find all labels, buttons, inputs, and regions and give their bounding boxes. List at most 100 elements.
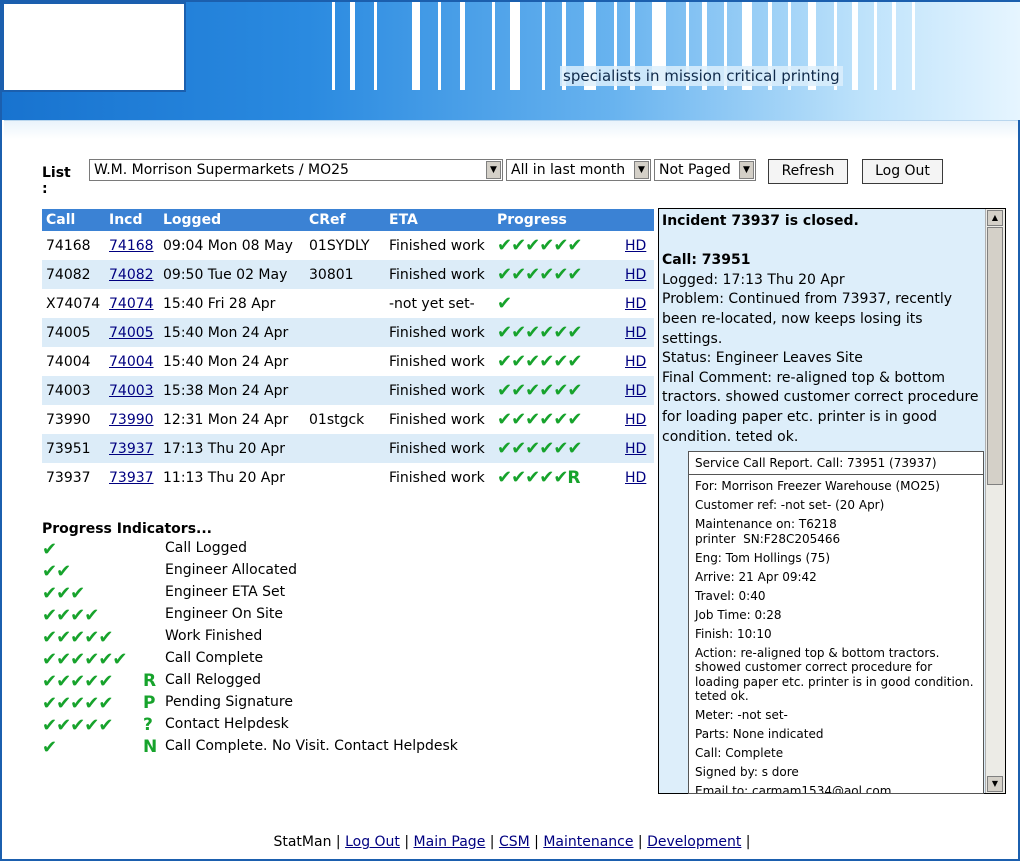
scrollbar-thumb[interactable] [987, 227, 1003, 485]
table-row: 74003 74003 15:38 Mon 24 Apr Finished wo… [42, 376, 654, 405]
hd-link[interactable]: HD [625, 267, 646, 283]
checkmark-icon: ✔✔✔ [42, 583, 85, 604]
footer-link-maintenance[interactable]: Maintenance [543, 834, 633, 850]
eta-status: Finished work [385, 260, 493, 289]
legend-item-label: Call Logged [165, 540, 247, 556]
logged-time: 15:38 Mon 24 Apr [159, 376, 305, 405]
hd-link[interactable]: HD [625, 470, 646, 486]
incident-link[interactable]: 74005 [109, 325, 154, 341]
legend-item-label: Contact Helpdesk [165, 716, 289, 732]
checkmark-icon: ✔✔✔✔✔✔ [497, 380, 582, 401]
footer-link-csm[interactable]: CSM [499, 834, 530, 850]
table-row: 74082 74082 09:50 Tue 02 May 30801 Finis… [42, 260, 654, 289]
hd-link[interactable]: HD [625, 354, 646, 370]
customer-ref [305, 463, 385, 492]
progress-letter: P [143, 693, 156, 713]
incident-link[interactable]: 73937 [109, 470, 154, 486]
incident-link[interactable]: 74004 [109, 354, 154, 370]
legend-item-label: Call Complete [165, 650, 264, 666]
progress-letter: ? [143, 715, 153, 735]
customer-ref [305, 376, 385, 405]
report-line: Action: re-aligned top & bottom tractors… [695, 645, 974, 704]
call-number: 73951 [42, 434, 105, 463]
report-body: For: Morrison Freezer Warehouse (MO25) C… [689, 475, 983, 794]
legend-item: ✔ N Call Complete. No Visit. Contact Hel… [42, 737, 458, 759]
paged-select-value: Not Paged [659, 162, 731, 178]
customer-ref [305, 347, 385, 376]
logged-time: 11:13 Thu 20 Apr [163, 469, 286, 486]
scroll-down-icon[interactable]: ▼ [987, 776, 1003, 792]
incident-link[interactable]: 73937 [109, 441, 154, 457]
paged-select[interactable]: Not Paged ▼ [654, 159, 756, 181]
table-row: X74074 74074 15:40 Fri 28 Apr -not yet s… [42, 289, 654, 318]
legend-item: ✔✔✔✔✔✔ Call Complete [42, 649, 263, 671]
service-call-report: Service Call Report. Call: 73951 (73937)… [688, 451, 984, 794]
col-header-call: Call [42, 209, 105, 231]
logged-time: 12:31 Mon 24 Apr [163, 411, 289, 428]
legend-item-label: Work Finished [165, 628, 263, 644]
legend-item: ✔✔✔✔✔ R Call Relogged [42, 671, 261, 693]
eta-status: Finished work [389, 353, 485, 370]
refresh-button[interactable]: Refresh [768, 159, 848, 184]
incident-final-comment: Final Comment: re-aligned top & bottom t… [662, 369, 979, 445]
legend-item-label: Engineer On Site [165, 606, 284, 622]
report-title: Service Call Report. Call: 73951 (73937) [689, 452, 983, 475]
eta-status: Finished work [389, 237, 485, 254]
checkmark-icon: ✔ [42, 539, 57, 560]
legend-title: Progress Indicators... [42, 521, 212, 537]
incident-link[interactable]: 74168 [109, 238, 154, 254]
table-header-row: Call Incd Logged CRef ETA Progress [42, 209, 654, 231]
customer-ref: 01SYDLY [309, 237, 370, 254]
incident-link[interactable]: 73990 [109, 412, 154, 428]
checkmark-icon: ✔✔✔✔✔✔ [497, 409, 582, 430]
chevron-down-icon[interactable]: ▼ [739, 161, 754, 179]
call-number: 73937 [46, 469, 91, 486]
incident-link[interactable]: 74074 [109, 296, 154, 312]
progress-letter: R [567, 468, 581, 488]
footer-link-main-page[interactable]: Main Page [414, 834, 486, 850]
table-row: 73937 73937 11:13 Thu 20 Apr Finished wo… [42, 463, 654, 492]
call-number: X74074 [46, 295, 101, 312]
hd-link[interactable]: HD [625, 325, 646, 341]
report-line: Meter: -not set- [695, 708, 788, 722]
panel-scrollbar[interactable]: ▲ ▼ [985, 209, 1005, 793]
incident-link[interactable]: 74082 [109, 267, 154, 283]
incident-problem: Problem: Continued from 73937, recently … [662, 291, 953, 347]
period-select[interactable]: All in last month ▼ [506, 159, 651, 181]
chevron-down-icon[interactable]: ▼ [486, 161, 501, 179]
checkmark-icon: ✔✔✔✔✔ [42, 627, 113, 648]
incident-link[interactable]: 74003 [109, 383, 154, 399]
scroll-up-icon[interactable]: ▲ [987, 210, 1003, 226]
logout-button[interactable]: Log Out [862, 159, 943, 184]
checkmark-icon: ✔✔✔✔✔✔ [42, 649, 127, 670]
customer-select[interactable]: W.M. Morrison Supermarkets / MO25 ▼ [89, 159, 503, 181]
report-line: Email to: carmam1534@aol.com [695, 784, 892, 794]
checkmark-icon: ✔✔✔✔✔ [42, 671, 113, 692]
incident-detail-content: Incident 73937 is closed. Call: 73951 Lo… [662, 212, 982, 447]
legend-item: ✔✔✔✔✔ P Pending Signature [42, 693, 293, 715]
hd-link[interactable]: HD [625, 412, 646, 428]
chevron-down-icon[interactable]: ▼ [634, 161, 649, 179]
customer-ref: 30801 [305, 260, 385, 289]
call-number: 73990 [46, 411, 91, 428]
hd-link[interactable]: HD [625, 383, 646, 399]
list-label: List : [42, 165, 71, 197]
report-line: Customer ref: -not set- (20 Apr) [695, 498, 885, 512]
footer-link-logout[interactable]: Log Out [345, 834, 400, 850]
footer-link-development[interactable]: Development [647, 834, 741, 850]
call-number: 74003 [42, 376, 105, 405]
legend-item-label: Call Complete. No Visit. Contact Helpdes… [165, 738, 458, 754]
hd-link[interactable]: HD [625, 296, 646, 312]
logged-time: 17:13 Thu 20 Apr [159, 434, 305, 463]
call-number: 74168 [46, 237, 91, 254]
table-row: 73951 73937 17:13 Thu 20 Apr Finished wo… [42, 434, 654, 463]
checkmark-icon: ✔✔✔✔ [42, 605, 99, 626]
progress-legend: Progress Indicators... ✔ Call Logged ✔✔ … [42, 521, 458, 759]
col-header-hd [621, 209, 654, 231]
hd-link[interactable]: HD [625, 238, 646, 254]
legend-item-label: Engineer Allocated [165, 562, 297, 578]
hd-link[interactable]: HD [625, 441, 646, 457]
customer-select-value: W.M. Morrison Supermarkets / MO25 [94, 162, 349, 178]
table-row: 74168 74168 09:04 Mon 08 May 01SYDLY Fin… [42, 231, 654, 260]
col-header-logged: Logged [159, 209, 305, 231]
